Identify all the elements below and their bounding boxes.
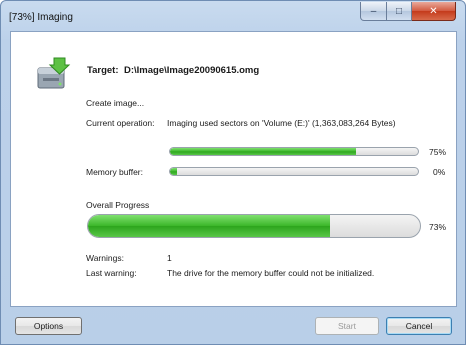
maximize-button[interactable]: □ — [387, 2, 412, 21]
overall-progress-bar — [87, 214, 421, 238]
current-operation-label: Current operation: — [86, 118, 155, 128]
create-image-label: Create image... — [86, 98, 145, 108]
close-icon: ✕ — [429, 5, 438, 17]
imaging-window: [73%] Imaging – □ ✕ Target: D:\Image\Ima… — [0, 0, 466, 345]
dialog-content: Target: D:\Image\Image20090615.omg Creat… — [10, 31, 457, 307]
title-bar[interactable]: [73%] Imaging – □ ✕ — [1, 1, 465, 31]
caption-buttons: – □ ✕ — [360, 2, 456, 21]
current-operation-value: Imaging used sectors on 'Volume (E:)' (1… — [167, 118, 396, 128]
last-warning-message: The drive for the memory buffer could no… — [167, 268, 375, 278]
options-button[interactable]: Options — [15, 317, 82, 335]
memory-buffer-label: Memory buffer: — [86, 167, 144, 177]
memory-buffer-bar — [169, 167, 419, 176]
overall-progress-fill — [88, 215, 331, 237]
maximize-icon: □ — [395, 5, 403, 17]
target-path: D:\Image\Image20090615.omg — [124, 65, 260, 76]
overall-progress-label: Overall Progress — [86, 200, 150, 210]
operation-progress-fill — [170, 148, 356, 155]
drive-imaging-icon — [37, 57, 71, 89]
start-button[interactable]: Start — [315, 317, 379, 335]
operation-progress-bar — [169, 147, 419, 156]
minimize-button[interactable]: – — [360, 2, 387, 21]
overall-progress-percent: 73% — [429, 222, 447, 232]
cancel-button[interactable]: Cancel — [386, 317, 452, 335]
warnings-label: Warnings: — [86, 253, 124, 263]
memory-buffer-fill — [170, 168, 177, 175]
close-button[interactable]: ✕ — [412, 2, 456, 21]
target-label: Target: — [87, 65, 119, 76]
memory-buffer-percent: 0% — [433, 167, 446, 177]
window-title: [73%] Imaging — [9, 12, 73, 23]
last-warning-label: Last warning: — [86, 268, 137, 278]
minimize-icon: – — [370, 5, 377, 17]
operation-progress-percent: 75% — [429, 147, 447, 157]
warnings-count: 1 — [167, 253, 172, 263]
